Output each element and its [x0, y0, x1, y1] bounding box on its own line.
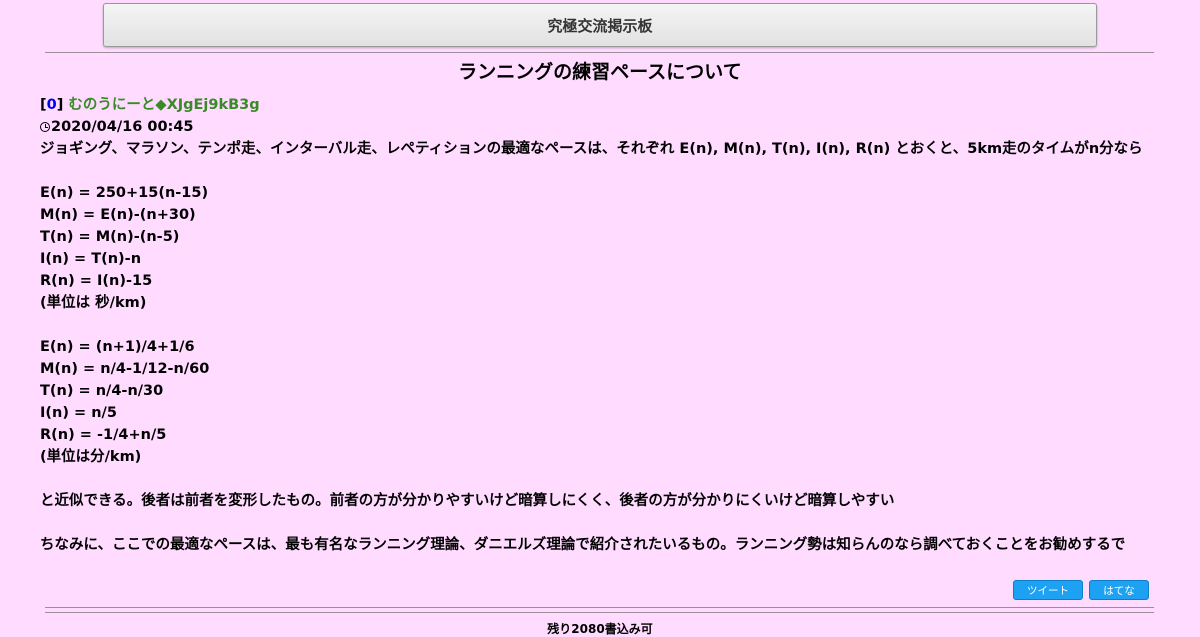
- post-body-line: T(n) = n/4-n/30: [40, 383, 164, 399]
- post-body-line: I(n) = T(n)-n: [40, 251, 142, 267]
- post-datetime: 2020/04/16 00:45: [51, 119, 194, 135]
- post-body-line: R(n) = I(n)-15: [40, 273, 153, 289]
- post-body-line: R(n) = -1/4+n/5: [40, 427, 167, 443]
- post-body-line: と近似できる。後者は前者を変形したもの。前者の方が分かりやすいけど暗算しにくく、…: [40, 493, 895, 509]
- post-body-line: [40, 314, 1155, 336]
- post-number-link[interactable]: 0: [47, 97, 57, 113]
- post-body-line: I(n) = n/5: [40, 405, 117, 421]
- post-body-line: E(n) = 250+15(n-15): [40, 185, 209, 201]
- post-body-line: ジョギング、マラソン、テンポ走、インターバル走、レペティションの最適なペースは、…: [40, 141, 1143, 157]
- post: [0] むのうにーと◆XJgEj9kB3g 2020/04/16 00:45 ジ…: [40, 94, 1155, 556]
- remaining-posts-status: 残り2080書込み可: [547, 622, 653, 636]
- post-body-line: [40, 160, 1155, 182]
- post-body-line: [40, 468, 1155, 490]
- divider: [45, 607, 1154, 608]
- post-body: ジョギング、マラソン、テンポ走、インターバル走、レペティションの最適なペースは、…: [40, 138, 1155, 556]
- hatena-button[interactable]: はてな: [1089, 580, 1149, 600]
- post-body-line: M(n) = E(n)-(n+30): [40, 207, 196, 223]
- board-title: 究極交流掲示板: [547, 16, 653, 35]
- post-body-line: ちなみに、ここでの最適なペースは、最も有名なランニング理論、ダニエルズ理論で紹介…: [40, 537, 1126, 553]
- clock-icon: [40, 122, 50, 132]
- post-author: むのうにーと◆XJgEj9kB3g: [68, 97, 260, 113]
- board-title-button[interactable]: 究極交流掲示板: [103, 3, 1097, 47]
- post-body-line: [40, 512, 1155, 534]
- post-body-line: (単位は分/km): [40, 449, 142, 465]
- divider: [45, 52, 1154, 53]
- post-body-line: M(n) = n/4-1/12-n/60: [40, 361, 210, 377]
- divider: [45, 612, 1154, 613]
- post-body-line: E(n) = (n+1)/4+1/6: [40, 339, 195, 355]
- post-body-line: T(n) = M(n)-(n-5): [40, 229, 180, 245]
- post-body-line: (単位は 秒/km): [40, 295, 147, 311]
- post-date-line: 2020/04/16 00:45: [40, 116, 1155, 138]
- post-header: [0] むのうにーと◆XJgEj9kB3g: [40, 97, 260, 113]
- thread-title: ランニングの練習ペースについて: [458, 61, 742, 83]
- tweet-button[interactable]: ツイート: [1013, 580, 1083, 600]
